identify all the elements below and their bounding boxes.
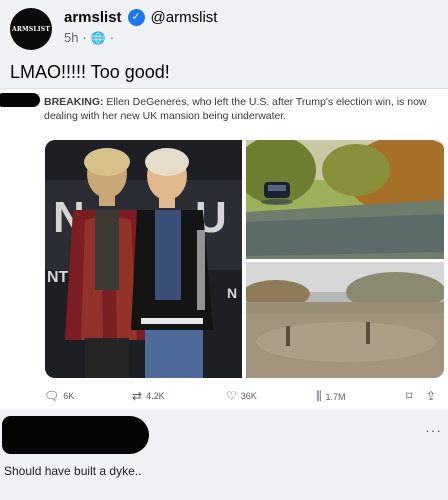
redaction-bar [0, 93, 40, 107]
bookmark-icon: ⌑ [406, 389, 413, 403]
repost-action[interactable]: ⇄ 4.2K [132, 389, 165, 403]
embedded-tweet-actions: 🗨 6K ⇄ 4.2K ♡ 36K ⫼ 1.7M ⌑ ⇪ [44, 389, 440, 405]
author-avatar[interactable]: ARMSLIST [10, 8, 52, 50]
bookmark-action[interactable]: ⌑ [406, 389, 412, 403]
reply-action[interactable]: 🗨 6K [44, 389, 74, 403]
repost-count: 4.2K [146, 391, 165, 401]
post-timestamp[interactable]: 5h [64, 30, 78, 45]
comment-author-redaction [2, 416, 149, 454]
backdrop-text: NT [47, 269, 69, 286]
like-icon: ♡ [226, 389, 237, 403]
views-count: 1.7M [325, 391, 346, 402]
meta-separator: · [82, 30, 87, 45]
repost-icon: ⇄ [132, 389, 143, 403]
photo-red-carpet[interactable]: N U NT N [45, 140, 242, 378]
breaking-label: BREAKING: [44, 96, 104, 108]
verified-badge-icon: ✓ [127, 9, 145, 26]
comment-more-options-icon[interactable]: ··· [425, 422, 442, 438]
avatar-logo-text: ARMSLIST [11, 25, 51, 33]
meta-separator-2: · [109, 30, 115, 45]
reply-count: 6K [63, 391, 75, 401]
author-handle[interactable]: @armslist [151, 9, 218, 26]
red-carpet-illustration: N U NT N [45, 140, 242, 378]
author-line: armslist ✓ @armslist [64, 9, 217, 26]
comment-text: Should have built a dyke.. [4, 464, 142, 478]
author-name[interactable]: armslist [64, 9, 122, 26]
embedded-tweet-text: BREAKING: Ellen DeGeneres, who left the … [44, 95, 440, 123]
like-action[interactable]: ♡ 36K [226, 389, 257, 403]
share-action[interactable]: ⇪ [426, 389, 436, 403]
views-icon: ⫼ [316, 389, 322, 403]
views-action[interactable]: ⫼ 1.7M [316, 389, 346, 404]
share-icon: ⇪ [426, 389, 437, 403]
flooded-road-illustration [246, 140, 444, 259]
post-text: LMAO!!!!! Too good! [10, 62, 170, 82]
photo-flooded-field[interactable] [246, 262, 444, 378]
post-header: ARMSLIST armslist ✓ @armslist 5h · 🌐 · [10, 6, 438, 52]
photo-flooded-road[interactable] [246, 140, 444, 259]
flooded-field-illustration [246, 262, 444, 378]
svg-text:N: N [227, 285, 237, 301]
embedded-tweet-screenshot[interactable]: BREAKING: Ellen DeGeneres, who left the … [0, 88, 448, 410]
globe-icon: 🌐 [90, 30, 106, 45]
post-meta: 5h · 🌐 · [64, 30, 114, 45]
reply-icon: 🗨 [44, 389, 60, 403]
like-count: 36K [240, 391, 257, 401]
